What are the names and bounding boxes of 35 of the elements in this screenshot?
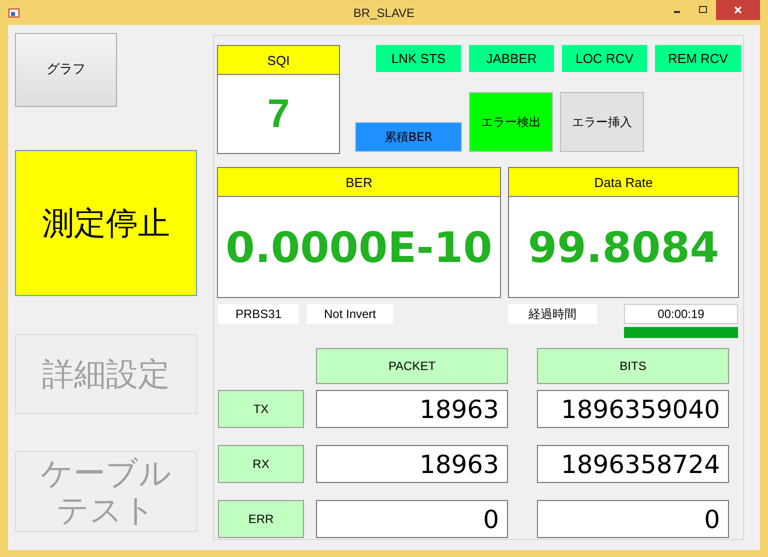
value-field: 18963	[316, 445, 508, 483]
value-field: 18963	[316, 390, 508, 428]
close-button[interactable]	[716, 0, 760, 20]
value-field: 1896358724	[537, 445, 729, 483]
value-field: 0	[537, 500, 729, 538]
status-indicator: JABBER	[469, 45, 554, 72]
column-header: BITS	[537, 348, 729, 384]
row-header: ERR	[218, 500, 304, 538]
invert-label: Not Invert	[307, 304, 393, 324]
column-header: PACKET	[316, 348, 508, 384]
status-indicator: LOC RCV	[562, 45, 647, 72]
sqi-value: 7	[266, 90, 291, 138]
readout-value: 99.8084	[526, 222, 720, 274]
pattern-label: PRBS31	[218, 304, 299, 324]
value-field: 0	[316, 500, 508, 538]
value-field: 1896359040	[537, 390, 729, 428]
mode-button[interactable]: 累積BER	[355, 122, 462, 152]
readout-label: BER	[218, 168, 500, 197]
elapsed-label: 経過時間	[508, 304, 597, 324]
side-button[interactable]: 測定停止	[15, 150, 197, 296]
readout-label: Data Rate	[509, 168, 738, 197]
row-header: TX	[218, 390, 304, 428]
mode-button[interactable]: エラー挿入	[560, 92, 644, 152]
window-title: BR_SLAVE	[353, 6, 415, 20]
close-icon	[733, 5, 743, 15]
app-icon	[8, 6, 20, 18]
readout-value: 0.0000E-10	[224, 222, 494, 274]
side-button[interactable]: グラフ	[15, 33, 117, 107]
status-indicator: REM RCV	[655, 45, 741, 72]
mode-button[interactable]: エラー検出	[469, 92, 553, 152]
status-indicator: LNK STS	[376, 45, 461, 72]
maximize-icon	[698, 5, 708, 15]
sqi-label: SQI	[218, 46, 339, 75]
elapsed-time: 00:00:19	[624, 304, 738, 324]
row-header: RX	[218, 445, 304, 483]
